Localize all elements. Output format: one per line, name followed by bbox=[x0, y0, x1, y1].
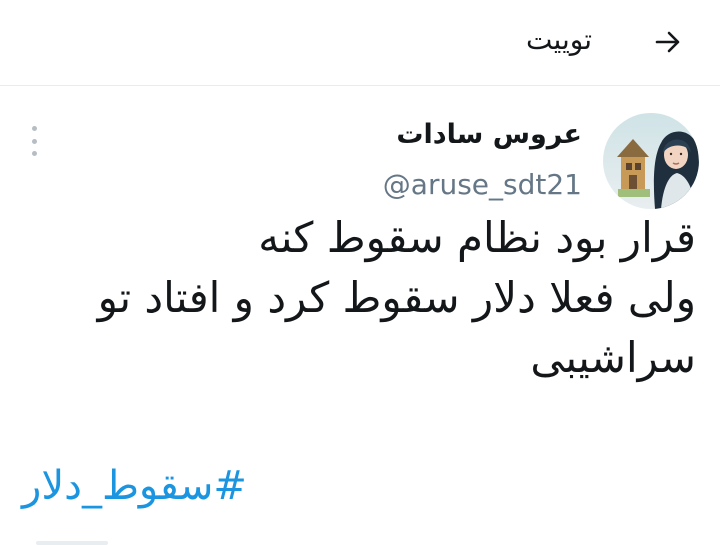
tweet-body: قرار بود نظام سقوط کنه ولی فعلا دلار سقو… bbox=[96, 208, 696, 388]
tweet-text-line: سراشیبی bbox=[530, 333, 696, 382]
author-handle[interactable]: @aruse_sdt21 bbox=[383, 165, 582, 205]
arrow-right-icon bbox=[655, 31, 680, 53]
avatar[interactable] bbox=[603, 113, 699, 209]
tweet-detail-screen: توییت عروس سادات @aruse_sdt21 قرار بود ن… bbox=[0, 0, 720, 545]
top-bar: توییت bbox=[0, 0, 720, 86]
tweet-more-button[interactable] bbox=[22, 126, 46, 156]
tweet-text-line: قرار بود نظام سقوط کنه bbox=[258, 213, 696, 262]
back-button[interactable] bbox=[648, 22, 688, 62]
hashtag-link[interactable]: #سقوط_دلار bbox=[22, 458, 247, 514]
more-vertical-icon bbox=[31, 126, 37, 131]
avatar-image bbox=[603, 113, 699, 209]
next-content-edge bbox=[36, 541, 108, 545]
tweet-text-line: ولی فعلا دلار سقوط کرد و افتاد تو bbox=[97, 273, 696, 322]
author-display-name[interactable]: عروس سادات bbox=[396, 115, 582, 155]
page-title: توییت bbox=[526, 23, 592, 56]
